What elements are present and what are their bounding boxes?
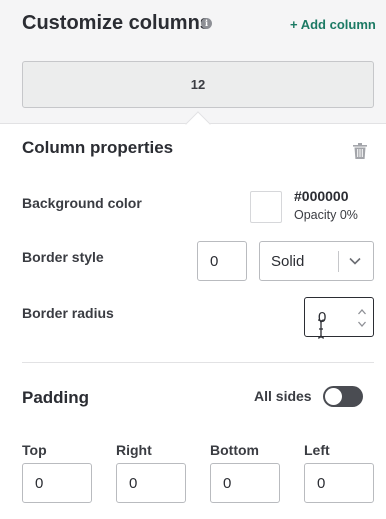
border-style-label: Border style (22, 249, 104, 265)
select-divider (338, 251, 339, 272)
stepper-arrows-icon[interactable] (356, 305, 368, 331)
border-style-value: Solid (271, 253, 305, 270)
background-opacity: Opacity 0% (294, 208, 358, 222)
padding-left-label: Left (304, 442, 330, 458)
padding-right-value: 0 (129, 474, 138, 492)
border-width-value: 0 (210, 252, 219, 270)
toggle-knob (325, 388, 342, 405)
all-sides-label: All sides (254, 388, 312, 404)
page-title: Customize columns (22, 12, 211, 34)
padding-bottom-value: 0 (223, 474, 232, 492)
padding-left-input[interactable]: 0 (304, 463, 374, 503)
columns-header-panel: Customize columns i + Add column 12 (0, 0, 386, 124)
padding-right-input[interactable]: 0 (116, 463, 186, 503)
trash-icon[interactable] (353, 143, 367, 159)
padding-top-input[interactable]: 0 (22, 463, 92, 503)
background-color-label: Background color (22, 195, 142, 211)
padding-right-label: Right (116, 442, 152, 458)
column-preview[interactable]: 12 (22, 61, 374, 108)
padding-title: Padding (22, 388, 90, 407)
all-sides-toggle[interactable] (323, 386, 363, 407)
info-icon[interactable]: i (201, 18, 212, 29)
padding-bottom-label: Bottom (210, 442, 259, 458)
section-divider (22, 362, 374, 363)
padding-bottom-input[interactable]: 0 (210, 463, 280, 503)
padding-top-label: Top (22, 442, 47, 458)
border-width-input[interactable]: 0 (197, 241, 247, 281)
padding-left-value: 0 (317, 474, 326, 492)
background-color-hex[interactable]: #000000 (294, 188, 349, 204)
column-properties-title: Column properties (22, 138, 174, 157)
padding-top-value: 0 (35, 474, 44, 492)
background-color-swatch[interactable] (250, 191, 282, 223)
border-style-select[interactable]: Solid (259, 241, 374, 281)
text-cursor-icon (317, 319, 325, 339)
border-radius-input[interactable]: 0 (304, 297, 374, 337)
border-radius-label: Border radius (22, 305, 114, 321)
chevron-down-icon[interactable] (348, 254, 362, 268)
add-column-button[interactable]: + Add column (290, 17, 376, 32)
